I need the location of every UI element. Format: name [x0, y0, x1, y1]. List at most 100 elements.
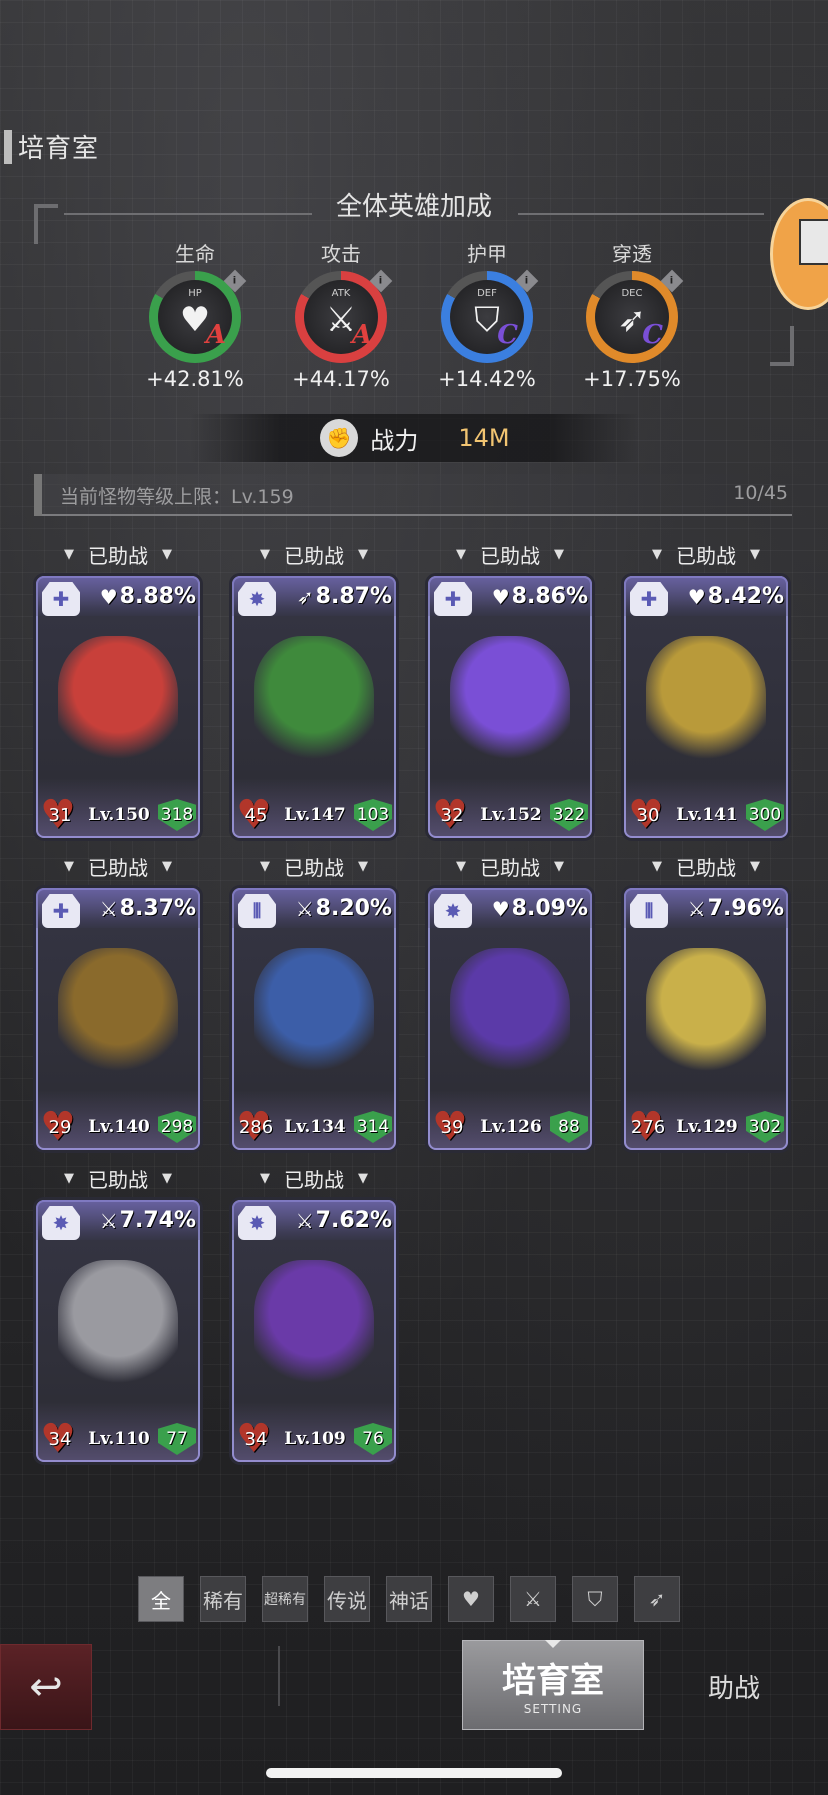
assist-dropdown[interactable]: ▼ 已助战 ▼ — [624, 536, 788, 572]
monster-card-body[interactable]: ⦀ ⚔8.20% 286 Lv.134 314 — [232, 888, 396, 1150]
monster-card[interactable]: ▼ 已助战 ▼ ✸ ⚔7.74% 34 Lv.110 77 — [36, 1160, 200, 1462]
tab-assist[interactable]: 助战 — [708, 1668, 760, 1705]
assist-dropdown[interactable]: ▼ 已助战 ▼ — [428, 536, 592, 572]
power-value: 14M — [458, 424, 510, 452]
assist-dropdown[interactable]: ▼ 已助战 ▼ — [232, 848, 396, 884]
shield-count: 314 — [354, 1111, 392, 1143]
assist-dropdown[interactable]: ▼ 已助战 ▼ — [428, 848, 592, 884]
burst-icon: ✸ — [42, 1206, 80, 1240]
assist-label: 已助战 — [88, 1167, 148, 1192]
triangle-down-icon: ▼ — [652, 858, 662, 874]
assist-dropdown[interactable]: ▼ 已助战 ▼ — [232, 536, 396, 572]
monster-card[interactable]: ▼ 已助战 ▼ ✚ ♥8.86% 32 Lv.152 322 — [428, 536, 592, 838]
filter-heart[interactable]: ♥ — [448, 1576, 494, 1622]
stat-dec[interactable]: 穿透 i DEC ➶ C +17.75% — [577, 238, 687, 391]
assist-label: 已助战 — [480, 543, 540, 568]
stat-grade: A — [351, 320, 372, 350]
shield-count: 302 — [746, 1111, 784, 1143]
monster-card[interactable]: ▼ 已助战 ▼ ✚ ♥8.88% 31 Lv.150 318 — [36, 536, 200, 838]
monster-card[interactable]: ▼ 已助战 ▼ ✸ ➶8.87% 45 Lv.147 103 — [232, 536, 396, 838]
filter-label: 传说 — [327, 1588, 367, 1613]
monster-card[interactable]: ▼ 已助战 ▼ ✚ ⚔8.37% 29 Lv.140 298 — [36, 848, 200, 1150]
triangle-down-icon: ▼ — [162, 858, 172, 874]
back-button[interactable]: ↩ — [0, 1644, 92, 1730]
monster-card-body[interactable]: ✸ ♥8.09% 39 Lv.126 88 — [428, 888, 592, 1150]
stat-atk[interactable]: 攻击 i ATK ⚔ A +44.17% — [286, 238, 396, 391]
monster-sprite-shape — [646, 636, 766, 766]
stat-grade: C — [642, 320, 663, 350]
monster-card-body[interactable]: ⦀ ⚔7.96% 276 Lv.129 302 — [624, 888, 788, 1150]
monster-sprite — [634, 622, 778, 780]
monster-sprite-shape — [58, 948, 178, 1078]
filter-button[interactable]: 稀有 — [200, 1576, 246, 1622]
card-footer: 34 Lv.109 76 — [232, 1416, 396, 1462]
stat-name: 攻击 — [321, 242, 361, 266]
assist-dropdown[interactable]: ▼ 已助战 ▼ — [232, 1160, 396, 1196]
filter-sword[interactable]: ⚔ — [510, 1576, 556, 1622]
sword-icon: ⚔ — [687, 896, 706, 921]
assist-dropdown[interactable]: ▼ 已助战 ▼ — [624, 848, 788, 884]
monster-card[interactable]: ▼ 已助战 ▼ ⦀ ⚔7.96% 276 Lv.129 302 — [624, 848, 788, 1150]
monster-sprite — [242, 934, 386, 1092]
monster-sprite — [46, 1246, 190, 1404]
stat-abbr: ATK — [331, 288, 351, 299]
monster-card[interactable]: ▼ 已助战 ▼ ✸ ⚔7.62% 34 Lv.109 76 — [232, 1160, 396, 1462]
monster-card[interactable]: ▼ 已助战 ▼ ✚ ♥8.42% 30 Lv.141 300 — [624, 536, 788, 838]
monster-card-body[interactable]: ✸ ⚔7.62% 34 Lv.109 76 — [232, 1200, 396, 1462]
monster-card-body[interactable]: ✚ ♥8.42% 30 Lv.141 300 — [624, 576, 788, 838]
monster-card-body[interactable]: ✚ ♥8.86% 32 Lv.152 322 — [428, 576, 592, 838]
page-title: 培育室 — [18, 134, 100, 164]
monster-card-body[interactable]: ✚ ⚔8.37% 29 Lv.140 298 — [36, 888, 200, 1150]
assist-label: 已助战 — [676, 543, 736, 568]
filter-button[interactable]: 传说 — [324, 1576, 370, 1622]
bonus-title: 全体英雄加成 — [335, 192, 492, 222]
assist-label: 已助战 — [284, 855, 344, 880]
card-footer: 32 Lv.152 322 — [428, 792, 592, 838]
card-footer: 30 Lv.141 300 — [624, 792, 788, 838]
tank-icon: ⦀ — [630, 894, 668, 928]
stat-name: 生命 — [175, 242, 215, 266]
shield-icon: ⛉ — [474, 300, 500, 340]
filter-button[interactable]: 神话 — [386, 1576, 432, 1622]
monster-card[interactable]: ▼ 已助战 ▼ ⦀ ⚔8.20% 286 Lv.134 314 — [232, 848, 396, 1150]
monster-card[interactable]: ▼ 已助战 ▼ ✸ ♥8.09% 39 Lv.126 88 — [428, 848, 592, 1150]
stat-def[interactable]: 护甲 i DEF ⛉ C +14.42% — [432, 238, 542, 391]
monster-level: Lv.141 — [676, 805, 738, 825]
sword-icon: ⚔ — [99, 896, 118, 921]
bonus-panel-bracket-right — [770, 326, 794, 366]
assist-dropdown[interactable]: ▼ 已助战 ▼ — [36, 536, 200, 572]
monster-sprite-shape — [646, 948, 766, 1078]
power-label: 战力 — [370, 426, 419, 455]
filter-pierce[interactable]: ➶ — [634, 1576, 680, 1622]
assist-dropdown[interactable]: ▼ 已助战 ▼ — [36, 848, 200, 884]
pierce-icon: ➶ — [296, 584, 314, 609]
monster-card-body[interactable]: ✸ ➶8.87% 45 Lv.147 103 — [232, 576, 396, 838]
bonus-value: 8.87% — [315, 584, 392, 609]
triangle-down-icon: ▼ — [554, 546, 564, 562]
triangle-down-icon: ▼ — [554, 858, 564, 874]
assist-dropdown[interactable]: ▼ 已助战 ▼ — [36, 1160, 200, 1196]
shield-count: 76 — [354, 1423, 392, 1455]
monster-card-body[interactable]: ✚ ♥8.88% 31 Lv.150 318 — [36, 576, 200, 838]
monster-card-body[interactable]: ✸ ⚔7.74% 34 Lv.110 77 — [36, 1200, 200, 1462]
triangle-down-icon: ▼ — [456, 858, 466, 874]
filter-button[interactable]: 超稀有 — [262, 1576, 308, 1622]
filter-button[interactable]: 全 — [138, 1576, 184, 1622]
level-cap-text: 当前怪物等级上限：Lv.159 — [60, 486, 294, 508]
heart-count: 39 — [432, 1104, 472, 1150]
triangle-down-icon: ▼ — [652, 546, 662, 562]
tab-notch — [545, 1640, 561, 1648]
assist-label: 已助战 — [284, 543, 344, 568]
level-cap-row: 当前怪物等级上限：Lv.159 10/45 — [34, 474, 792, 516]
stat-name: 护甲 — [467, 242, 507, 266]
level-cap-count: 10/45 — [733, 482, 788, 504]
monster-level: Lv.150 — [88, 805, 150, 825]
triangle-down-icon: ▼ — [750, 858, 760, 874]
filter-shield[interactable]: ⛉ — [572, 1576, 618, 1622]
bonus-tag: ♥ 8.86% — [492, 584, 588, 609]
card-footer: 39 Lv.126 88 — [428, 1104, 592, 1150]
stat-hp[interactable]: 生命 i HP ♥ A +42.81% — [140, 238, 250, 391]
tab-breeding-room[interactable]: 培育室 SETTING — [462, 1640, 644, 1730]
bonus-value: 8.20% — [315, 896, 392, 921]
shield-count: 88 — [550, 1111, 588, 1143]
